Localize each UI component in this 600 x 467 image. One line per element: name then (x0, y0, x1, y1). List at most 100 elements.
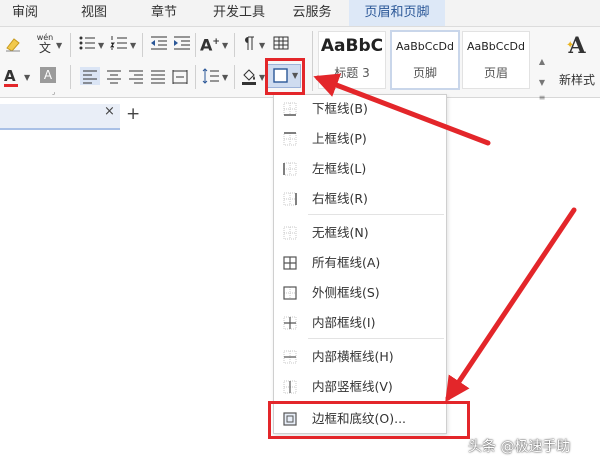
add-tab-icon[interactable]: + (126, 104, 140, 124)
font-dialog-launcher-icon[interactable]: ⌟ (52, 83, 55, 101)
style-label: 页脚 (412, 66, 437, 80)
numbering-button[interactable] (110, 35, 128, 53)
line-spacing-button[interactable] (202, 67, 220, 85)
highlight-borders-and-shading (268, 401, 470, 439)
close-icon[interactable]: × (104, 104, 115, 119)
style-footer[interactable]: AaBbCcDd 页脚 (390, 30, 460, 90)
bullets-caret-icon[interactable]: ▼ (98, 37, 104, 55)
table-grid-icon (273, 36, 289, 50)
menu-item-inside-borders[interactable]: 内部框线(I) (274, 311, 446, 335)
paragraph-shading-button[interactable] (240, 67, 258, 85)
ribbon-separator (70, 33, 71, 57)
eraser-icon (6, 38, 20, 52)
grow-font-icon: A (200, 35, 213, 55)
bottom-border-icon (283, 102, 297, 116)
new-style-icon: A (568, 33, 586, 59)
outdent-icon (151, 36, 167, 50)
distributed-align-button[interactable] (171, 67, 189, 85)
align-left-button[interactable] (80, 67, 100, 85)
top-border-icon (283, 132, 297, 146)
font-color-caret-icon[interactable]: ▼ (24, 69, 30, 87)
chevron-up-icon[interactable]: ▲ (536, 57, 548, 66)
ribbon-separator (70, 65, 71, 89)
outside-borders-icon (283, 286, 297, 300)
no-border-icon (283, 226, 297, 240)
justify-button[interactable] (149, 67, 167, 85)
tab-cloud-service[interactable]: 云服务 (284, 0, 340, 26)
ribbon-tab-bar: 审阅 视图 章节 开发工具 云服务 页眉和页脚 (0, 0, 600, 27)
show-marks-caret-icon[interactable]: ▼ (259, 37, 265, 55)
new-style-button[interactable]: A ✦ 新样式 (554, 33, 600, 93)
align-center-button[interactable] (105, 67, 123, 85)
all-borders-icon (283, 256, 297, 270)
grow-font-caret-icon[interactable]: ▼ (222, 37, 228, 55)
grow-font-button[interactable]: A+ (200, 33, 220, 55)
style-label: 页眉 (483, 66, 508, 80)
menu-item-no-border[interactable]: 无框线(N) (274, 221, 446, 245)
document-tab[interactable] (0, 104, 120, 130)
menu-item-all-borders[interactable]: 所有框线(A) (274, 251, 446, 275)
menu-item-right-border[interactable]: 右框线(R) (274, 187, 446, 211)
menu-item-top-border[interactable]: 上框线(P) (274, 127, 446, 151)
menu-item-inside-horizontal-border[interactable]: 内部横框线(H) (274, 345, 446, 369)
border-dropdown-menu: 下框线(B) 上框线(P) 左框线(L) 右框线(R) 无框线(N) 所有框线(… (273, 94, 447, 434)
distributed-align-icon (172, 70, 188, 84)
tab-header-footer[interactable]: 页眉和页脚 (349, 0, 445, 26)
style-heading-3[interactable]: AaBbC 标题 3 (318, 31, 386, 89)
left-border-icon (283, 162, 297, 176)
insert-table-button[interactable] (272, 35, 290, 53)
paint-bucket-icon (242, 69, 256, 85)
show-marks-button[interactable] (240, 35, 258, 53)
bullets-button[interactable] (78, 35, 96, 53)
ribbon-separator (195, 65, 196, 89)
menu-divider (308, 214, 444, 215)
new-style-label: 新样式 (558, 73, 595, 87)
menu-item-inside-vertical-border[interactable]: 内部竖框线(V) (274, 375, 446, 399)
align-center-icon (107, 70, 121, 84)
indent-icon (174, 36, 190, 50)
align-right-icon (129, 70, 143, 84)
chevron-down-icon[interactable]: ▼ (536, 78, 548, 87)
line-spacing-icon (202, 68, 219, 84)
pinyin-caret-icon[interactable]: ▼ (56, 37, 62, 55)
tab-review[interactable]: 审阅 (0, 0, 50, 26)
style-header[interactable]: AaBbCcDd 页眉 (462, 31, 530, 89)
tab-view[interactable]: 视图 (68, 0, 120, 26)
font-color-icon: A (4, 67, 16, 85)
inside-vertical-border-icon (283, 380, 297, 394)
style-label: 标题 3 (334, 66, 370, 80)
line-spacing-caret-icon[interactable]: ▼ (222, 69, 228, 87)
menu-item-left-border[interactable]: 左框线(L) (274, 157, 446, 181)
justify-icon (151, 70, 165, 84)
tab-section[interactable]: 章节 (138, 0, 190, 26)
arrow-to-borders-and-shading (445, 207, 577, 403)
tab-developer-tools[interactable]: 开发工具 (206, 0, 272, 26)
menu-item-bottom-border[interactable]: 下框线(B) (274, 97, 446, 121)
highlight-border-button (265, 58, 305, 95)
decrease-indent-button[interactable] (150, 35, 168, 53)
bullet-list-icon (79, 36, 95, 50)
menu-divider (308, 338, 444, 339)
style-sample: AaBbCcDd (467, 40, 525, 53)
increase-indent-button[interactable] (173, 35, 191, 53)
align-right-button[interactable] (127, 67, 145, 85)
ribbon-separator (234, 65, 235, 89)
character-shading-icon: A (43, 68, 53, 82)
ribbon-separator (312, 31, 313, 91)
clear-format-button[interactable] (4, 35, 22, 53)
align-left-icon (83, 70, 97, 84)
style-sample: AaBbC (320, 36, 384, 56)
ribbon-separator (142, 33, 143, 57)
font-color-swatch (4, 84, 18, 87)
inside-borders-icon (283, 316, 297, 330)
right-border-icon (283, 192, 297, 206)
character-shading-button[interactable]: A (40, 67, 56, 83)
ribbon-separator (195, 33, 196, 57)
grow-font-plus-icon: + (212, 37, 220, 47)
menu-item-outside-borders[interactable]: 外侧框线(S) (274, 281, 446, 305)
font-color-button[interactable]: A (4, 67, 18, 87)
inside-horizontal-border-icon (283, 350, 297, 364)
numbering-caret-icon[interactable]: ▼ (130, 37, 136, 55)
sparkle-icon: ✦ (566, 40, 575, 51)
style-sample: AaBbCcDd (396, 40, 454, 53)
